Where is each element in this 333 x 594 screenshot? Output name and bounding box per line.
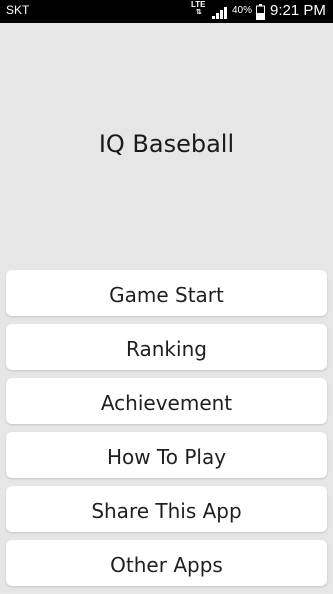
signal-strength-icon (212, 7, 227, 19)
other-apps-button[interactable]: Other Apps (6, 540, 327, 586)
achievement-button[interactable]: Achievement (6, 378, 327, 424)
how-to-play-button[interactable]: How To Play (6, 432, 327, 478)
app-title: IQ Baseball (98, 130, 235, 158)
status-clock: 9:21 PM (270, 2, 326, 19)
battery-percent: 40% (232, 5, 253, 16)
network-type-label: LTE (191, 0, 206, 9)
ranking-button[interactable]: Ranking (6, 324, 327, 370)
network-indicator: LTE ⇅ (191, 1, 206, 17)
share-app-button[interactable]: Share This App (6, 486, 327, 532)
carrier-label: SKT (6, 3, 30, 17)
battery-icon (256, 4, 265, 20)
main-menu: Game Start Ranking Achievement How To Pl… (6, 270, 327, 594)
data-arrows-icon: ⇅ (195, 9, 202, 16)
game-start-button[interactable]: Game Start (6, 270, 327, 316)
status-bar: SKT LTE ⇅ 40% 9:21 PM (0, 0, 333, 23)
